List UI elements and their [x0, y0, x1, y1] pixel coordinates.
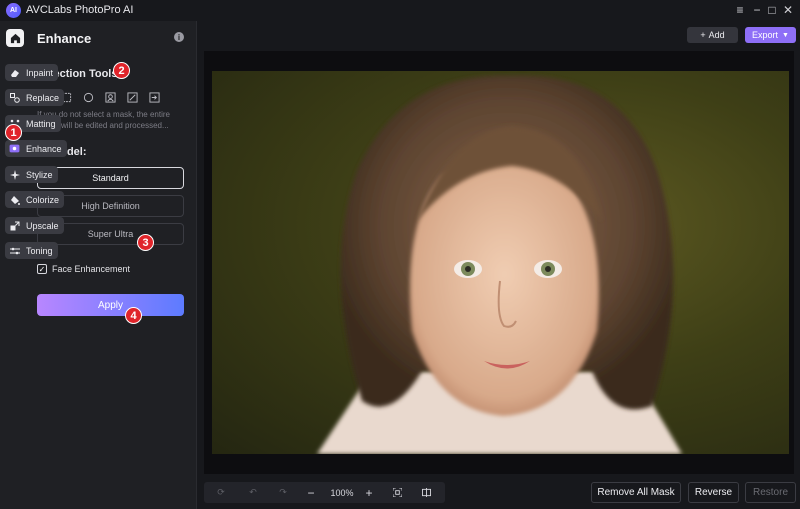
colorize-icon	[9, 194, 20, 205]
face-enhancement-label: Face Enhancement	[52, 264, 131, 274]
title-bar: AI AVCLabs PhotoPro AI ≡ − □ ✕	[0, 0, 800, 21]
nav-label: Toning	[26, 245, 53, 256]
enhance-icon	[9, 143, 20, 154]
zoom-in-icon[interactable]: +	[362, 482, 376, 503]
toning-icon	[9, 245, 20, 256]
info-icon[interactable]: i	[174, 32, 184, 42]
nav-label: Inpaint	[26, 67, 54, 78]
home-button[interactable]	[6, 29, 24, 47]
nav-item-upscale[interactable]: Upscale	[5, 217, 64, 234]
app-logo: AI	[6, 3, 21, 18]
callout-badge: 3	[137, 234, 154, 251]
restore-button[interactable]: Restore	[745, 482, 796, 503]
nav-item-toning[interactable]: Toning	[5, 242, 58, 259]
import-mask-icon[interactable]	[147, 90, 161, 104]
model-option-standard[interactable]: Standard	[37, 167, 184, 189]
nav-label: Upscale	[26, 220, 59, 231]
app-title: AVCLabs PhotoPro AI	[26, 4, 134, 16]
image-preview[interactable]	[212, 71, 789, 454]
callout-badge: 4	[125, 307, 142, 324]
home-icon	[10, 33, 20, 43]
panel-title: Enhance	[37, 31, 92, 46]
export-label: Export	[752, 30, 779, 40]
nav-item-enhance[interactable]: Enhance	[5, 140, 67, 157]
callout-badge: 1	[5, 124, 22, 141]
undo-icon[interactable]: ↶	[246, 482, 260, 503]
upscale-icon	[9, 220, 20, 231]
remove-all-mask-button[interactable]: Remove All Mask	[591, 482, 681, 503]
close-icon[interactable]: ✕	[779, 2, 797, 18]
compare-icon[interactable]	[419, 482, 433, 503]
eraser-icon	[9, 67, 20, 78]
nav-label: Colorize	[26, 194, 60, 205]
nav-label: Matting	[26, 118, 56, 129]
auto-select-icon[interactable]	[125, 90, 139, 104]
refresh-icon[interactable]: ⟳	[214, 482, 228, 503]
add-label: Add	[708, 30, 725, 40]
portrait-image	[317, 75, 682, 454]
plus-icon: +	[700, 30, 706, 40]
nav-item-inpaint[interactable]: Inpaint	[5, 64, 59, 81]
fit-screen-icon[interactable]	[390, 482, 404, 503]
apply-button[interactable]: Apply	[37, 294, 184, 316]
portrait-select-icon[interactable]	[103, 90, 117, 104]
nav-item-stylize[interactable]: Stylize	[5, 166, 58, 183]
stylize-icon	[9, 169, 20, 180]
zoom-out-icon[interactable]: −	[304, 482, 318, 503]
face-enhancement-option[interactable]: ✓ Face Enhancement	[37, 264, 130, 274]
nav-label: Stylize	[26, 169, 53, 180]
add-button[interactable]: + Add	[687, 27, 738, 43]
reverse-button[interactable]: Reverse	[688, 482, 739, 503]
nav-label: Enhance	[26, 143, 62, 154]
redo-icon[interactable]: ↷	[276, 482, 290, 503]
face-enhancement-checkbox[interactable]: ✓	[37, 264, 47, 274]
ellipse-select-icon[interactable]	[81, 90, 95, 104]
nav-item-colorize[interactable]: Colorize	[5, 191, 65, 208]
callout-badge: 2	[113, 62, 130, 79]
zoom-toolbar: ⟳ ↶ ↷ − 100% +	[204, 482, 445, 503]
nav-item-replace[interactable]: Replace	[5, 89, 65, 106]
zoom-level: 100%	[330, 487, 354, 498]
nav-label: Replace	[26, 92, 60, 103]
menu-icon[interactable]: ≡	[731, 2, 749, 18]
replace-icon	[9, 92, 20, 103]
export-button[interactable]: Export ▼	[745, 27, 796, 43]
chevron-down-icon: ▼	[782, 31, 789, 39]
